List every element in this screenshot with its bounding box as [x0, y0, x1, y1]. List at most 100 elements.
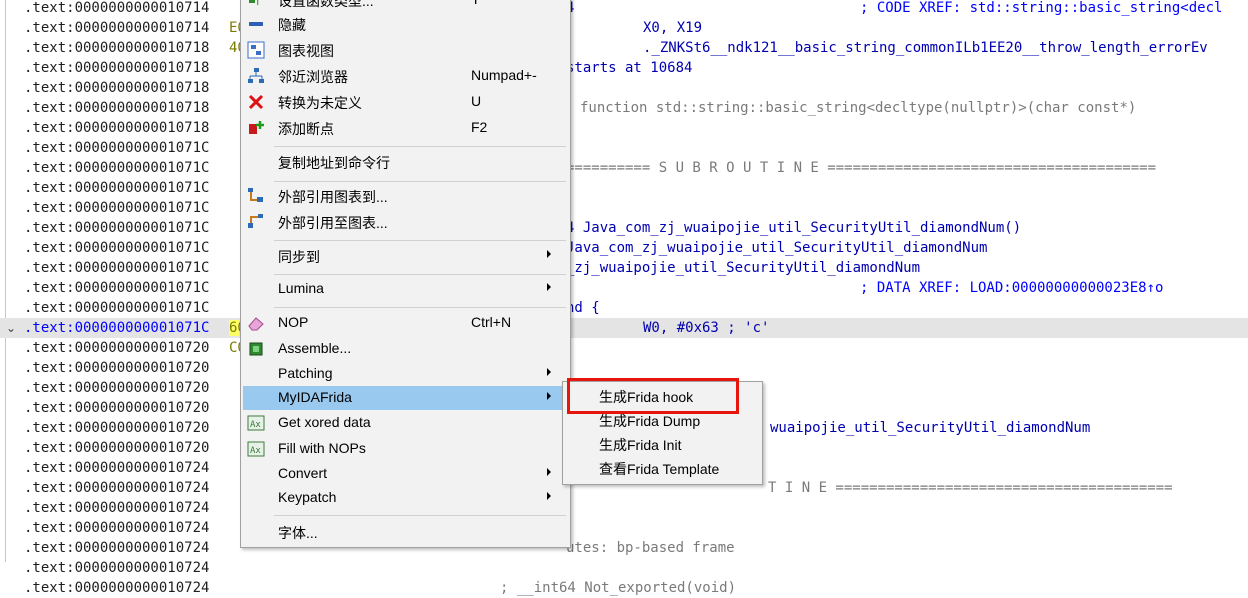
menu-item[interactable]: 复制地址到命令行: [243, 150, 568, 174]
disasm-line[interactable]: .text:000000000001071C: [0, 178, 1248, 198]
disasm-text: function std::string::basic_string<declt…: [580, 100, 1137, 116]
menu-item-label: 添加断点: [278, 121, 334, 137]
address-label: .text:0000000000010724: [24, 460, 210, 476]
menu-item[interactable]: MyIDAFrida: [243, 386, 568, 410]
disasm-line[interactable]: .text:0000000000010720: [0, 358, 1248, 378]
address-label: .text:0000000000010720: [24, 340, 210, 356]
submenu-item[interactable]: 生成Frida Init: [565, 432, 760, 456]
address-label: .text:0000000000010718: [24, 120, 210, 136]
disasm-line[interactable]: .text:000000000001071C: [0, 198, 1248, 218]
submenu-arrow-icon: [547, 492, 551, 500]
address-label: .text:0000000000010718: [24, 40, 210, 56]
address-label: .text:0000000000010724: [24, 480, 210, 496]
menu-item[interactable]: 邻近浏览器 Numpad+-: [243, 64, 568, 88]
menu-item-label: Lumina: [278, 280, 324, 296]
disasm-text: 4 Java_com_zj_wuaipojie_util_SecurityUti…: [566, 220, 1022, 236]
disasm-line[interactable]: .text:0000000000010724: [0, 498, 1248, 518]
disasm-line[interactable]: .text:000000000001071C ========== S U B R…: [0, 158, 1248, 178]
disasm-line[interactable]: .text:0000000000010720 C0: [0, 338, 1248, 358]
menu-item[interactable]: NOP Ctrl+N: [243, 311, 568, 335]
menu-item[interactable]: Keypatch: [243, 486, 568, 510]
menu-item[interactable]: 外部引用至图表...: [243, 210, 568, 234]
menu-separator: [274, 146, 566, 147]
submenu-item[interactable]: 查看Frida Template: [565, 456, 760, 480]
menu-item[interactable]: 添加断点 F2: [243, 116, 568, 140]
disasm-line[interactable]: .text:000000000001071C _zj_wuaipojie_util…: [0, 258, 1248, 278]
address-label: .text:0000000000010720: [24, 360, 210, 376]
menu-item-shortcut: Numpad+-: [471, 67, 537, 83]
disasm-line[interactable]: .text:0000000000010718: [0, 78, 1248, 98]
proximity-browser-icon: [247, 67, 265, 85]
menu-item-shortcut: F2: [471, 119, 488, 135]
menu-item[interactable]: 转换为未定义 U: [243, 90, 568, 114]
menu-item-label: 邻近浏览器: [278, 69, 348, 85]
hide-icon: [247, 15, 265, 33]
disasm-text: wuaipojie_util_SecurityUtil_diamondNum: [770, 420, 1091, 436]
menu-item-label: Patching: [278, 365, 333, 381]
address-label: .text:0000000000010718: [24, 80, 210, 96]
disasm-text: starts at 10684: [566, 60, 693, 76]
plugin-icon: Ax: [247, 414, 265, 432]
menu-item-label: Get xored data: [278, 414, 371, 430]
menu-item[interactable]: 外部引用图表到...: [243, 184, 568, 208]
disasm-line[interactable]: .text:0000000000010724: [0, 518, 1248, 538]
disasm-line[interactable]: .text:0000000000010718 starts at 10684: [0, 58, 1248, 78]
menu-item[interactable]: 同步到: [243, 244, 568, 268]
menu-item[interactable]: 图表视图: [243, 38, 568, 62]
disasm-line[interactable]: .text:0000000000010718 40 ._ZNKSt6__ndk121…: [0, 38, 1248, 58]
disasm-line[interactable]: .text:00000000000107144; CODE XREF: std:…: [0, 0, 1248, 18]
menu-item-label: Assemble...: [278, 340, 352, 356]
address-label: .text:000000000001071C: [24, 320, 210, 336]
submenu-arrow-icon: [547, 468, 551, 476]
address-label: .text:0000000000010720: [24, 400, 210, 416]
menu-item[interactable]: 字体...: [243, 520, 568, 544]
disasm-line[interactable]: .text:0000000000010724 ; __int64 Not_expo…: [0, 578, 1248, 598]
disasm-line[interactable]: ⌄ .text:000000000001071C 60 W0, #0x63 ; 'c': [0, 318, 1248, 338]
address-label: .text:0000000000010724: [24, 540, 210, 556]
disasm-line[interactable]: .text:000000000001071C nd {: [0, 298, 1248, 318]
menu-item-label: NOP: [278, 314, 309, 330]
address-label: .text:000000000001071C: [24, 280, 210, 296]
menu-item[interactable]: 隐藏: [243, 12, 568, 36]
menu-item[interactable]: Assemble...: [243, 337, 568, 361]
menu-separator: [274, 307, 566, 308]
menu-item[interactable]: Lumina: [243, 277, 568, 301]
menu-item[interactable]: Ax Fill with NOPs: [243, 437, 568, 461]
menu-item[interactable]: Patching: [243, 362, 568, 386]
plugin-icon: Ax: [247, 440, 265, 458]
undefine-icon: [247, 93, 265, 111]
menu-item-shortcut: U: [471, 93, 482, 109]
address-label: .text:0000000000010720: [24, 380, 210, 396]
address-label: .text:0000000000010720: [24, 420, 210, 436]
menu-item[interactable]: Ax Get xored data: [243, 411, 568, 435]
submenu-item-label: 生成Frida Dump: [599, 413, 701, 429]
disasm-line[interactable]: .text:000000000001071C 4 Java_com_zj_wuai…: [0, 218, 1248, 238]
operand-text: X0, X19: [643, 20, 703, 36]
menu-item-label: 外部引用至图表...: [278, 215, 388, 231]
menu-item[interactable]: f 设置函数类型... Y: [243, 0, 568, 12]
address-label: .text:0000000000010724: [24, 560, 210, 576]
menu-item[interactable]: Convert: [243, 462, 568, 486]
disasm-line[interactable]: .text:0000000000010724 utes: bp-based fra…: [0, 538, 1248, 558]
submenu-item-label: 生成Frida Init: [599, 437, 682, 453]
menu-item-label: 字体...: [278, 525, 318, 541]
highlight-box: [567, 378, 739, 414]
disasm-line[interactable]: .text:0000000000010724: [0, 558, 1248, 578]
menu-item-shortcut: Ctrl+N: [471, 314, 512, 330]
disasm-line[interactable]: .text:000000000001071C: [0, 138, 1248, 158]
submenu-arrow-icon: [547, 392, 551, 400]
disasm-line[interactable]: .text:000000000001071C Java_com_zj_wuaipo…: [0, 238, 1248, 258]
eraser-icon: [247, 314, 265, 332]
svg-text:Ax: Ax: [250, 420, 261, 430]
address-label: .text:000000000001071C: [24, 180, 210, 196]
disasm-line[interactable]: .text:0000000000010718: [0, 118, 1248, 138]
disasm-text: utes: bp-based frame: [566, 540, 735, 556]
address-label: .text:0000000000010720: [24, 440, 210, 456]
disasm-line[interactable]: .text:0000000000010714 E0 X0, X19: [0, 18, 1248, 38]
disasm-line[interactable]: .text:000000000001071C ; DATA XREF: LOAD:…: [0, 278, 1248, 298]
menu-item-shortcut: Y: [471, 0, 480, 7]
disasm-line[interactable]: .text:0000000000010718 function std::stri…: [0, 98, 1248, 118]
address-label: .text:000000000001071C: [24, 140, 210, 156]
collapse-chevron-icon[interactable]: ⌄: [6, 318, 16, 338]
operand-text: ._ZNKSt6__ndk121__basic_string_commonILb…: [643, 40, 1208, 56]
